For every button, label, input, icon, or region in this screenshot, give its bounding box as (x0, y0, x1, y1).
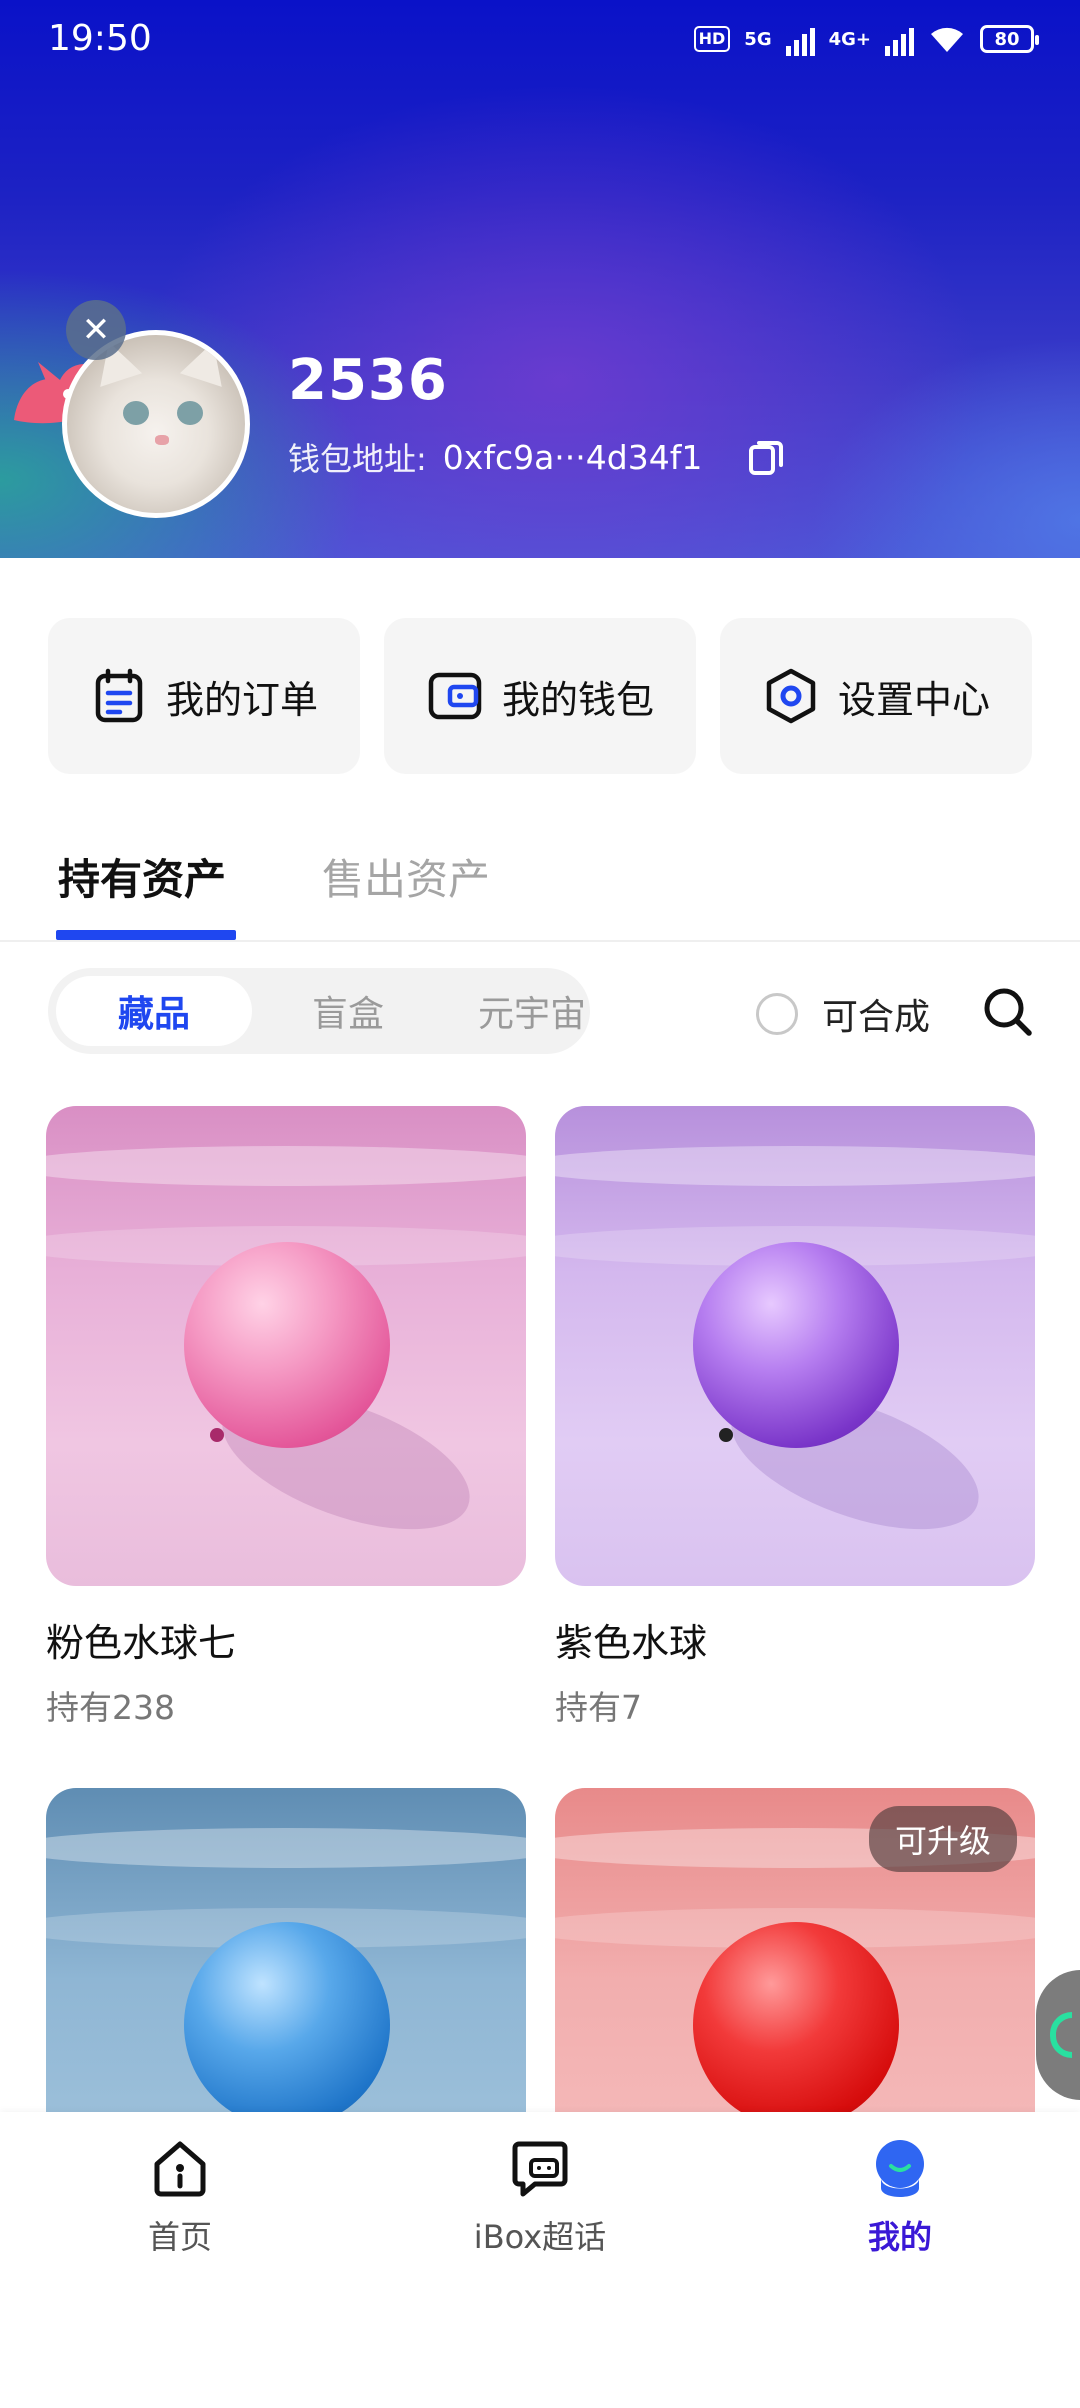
profile-icon (876, 2140, 924, 2197)
asset-image-pink-balloon[interactable] (46, 1106, 526, 1586)
my-wallet-label: 我的钱包 (501, 677, 654, 722)
water-ripple (555, 1146, 1035, 1186)
asset-title: 粉色水球七 (46, 1621, 237, 1665)
my-wallet-button[interactable]: 我的钱包 (384, 618, 696, 774)
orders-icon (95, 668, 143, 723)
pink-balloon (184, 1242, 390, 1448)
nav-mine[interactable]: 我的 (780, 2136, 1020, 2258)
synthesizable-label: 可合成 (822, 997, 931, 1038)
avatar-ear-right (179, 335, 235, 387)
status-bar: 19:50 HD 5G 4G+ 80 (0, 0, 1080, 80)
avatar-eye-left (123, 401, 149, 425)
wallet-label: 钱包地址: (288, 440, 427, 478)
status-time: 19:50 (48, 18, 152, 59)
tab-sold-assets[interactable]: 售出资产 (322, 846, 490, 907)
tab-indicator (56, 930, 236, 940)
segment-metaverse[interactable]: 元宇宙 (440, 976, 624, 1046)
purple-balloon (693, 1242, 899, 1448)
bottom-navigation: 首页 iBox超话 我的 (0, 2112, 1080, 2408)
hd-icon: HD (693, 26, 731, 52)
asset-card[interactable]: 粉色水球七 持有238 (46, 1106, 526, 1729)
asset-tabs: 持有资产 售出资产 (0, 836, 1080, 942)
chat-icon (512, 2141, 568, 2197)
balloon-knot (719, 1428, 733, 1442)
segment-blind-box[interactable]: 盲盒 (258, 976, 438, 1046)
nav-ibox-topics[interactable]: iBox超话 (420, 2136, 660, 2258)
floating-assistant-button[interactable] (1036, 1970, 1080, 2100)
avatar-eye-right (177, 401, 203, 425)
close-icon[interactable]: ✕ (66, 300, 126, 360)
username: 2536 (288, 348, 448, 413)
signal-5g-icon (785, 22, 815, 56)
search-icon[interactable] (980, 984, 1034, 1038)
home-icon (154, 2141, 206, 2197)
upgradable-badge: 可升级 (868, 1806, 1017, 1872)
my-orders-button[interactable]: 我的订单 (48, 618, 360, 774)
wifi-icon (931, 27, 963, 52)
network-4g-label: 4G+ (828, 28, 871, 50)
settings-icon (766, 668, 816, 724)
nav-mine-label: 我的 (867, 2218, 932, 2256)
avatar-nose (155, 435, 169, 445)
asset-image-purple-balloon[interactable] (555, 1106, 1035, 1586)
nav-home[interactable]: 首页 (60, 2136, 300, 2258)
tab-held-assets[interactable]: 持有资产 (58, 846, 226, 907)
nav-ibox-label: iBox超话 (473, 2218, 607, 2256)
synthesizable-radio[interactable] (756, 993, 798, 1035)
settings-center-button[interactable]: 设置中心 (720, 618, 1032, 774)
balloon-knot (210, 1428, 224, 1442)
my-orders-label: 我的订单 (165, 677, 318, 722)
segment-collectibles[interactable]: 藏品 (56, 976, 252, 1046)
copy-icon[interactable] (746, 437, 786, 477)
profile-page: 19:50 HD 5G 4G+ 80 ✕ 2536 钱包地址: 0xfc9a··… (0, 0, 1080, 2408)
red-balloon (693, 1922, 899, 2128)
battery-icon: 80 (980, 25, 1039, 53)
wallet-address-row: 钱包地址: 0xfc9a···4d34f1 (288, 434, 786, 480)
wallet-icon (428, 672, 482, 720)
profile-header: 19:50 HD 5G 4G+ 80 ✕ 2536 钱包地址: 0xfc9a··… (0, 0, 1080, 558)
asset-card[interactable]: 紫色水球 持有7 (555, 1106, 1035, 1729)
synthesizable-filter[interactable]: 可合成 (756, 988, 930, 1040)
category-segmented-control: 藏品 盲盒 元宇宙 (48, 968, 590, 1054)
wallet-address: 0xfc9a···4d34f1 (442, 437, 703, 477)
assistant-icon (1050, 2012, 1072, 2058)
blue-balloon (184, 1922, 390, 2128)
nav-home-label: 首页 (147, 2218, 212, 2256)
signal-4g-icon (885, 22, 914, 56)
quick-actions: 我的订单 我的钱包 设置中心 (48, 618, 1032, 774)
network-5g-label: 5G (744, 28, 772, 50)
settings-center-label: 设置中心 (837, 677, 990, 722)
asset-holding: 持有7 (555, 1688, 642, 1727)
asset-holding: 持有238 (46, 1688, 175, 1727)
water-ripple (46, 1828, 526, 1868)
status-icons: HD 5G 4G+ 80 (693, 22, 1039, 56)
asset-title: 紫色水球 (555, 1621, 708, 1665)
battery-level: 80 (994, 28, 1020, 50)
water-ripple (46, 1146, 526, 1186)
